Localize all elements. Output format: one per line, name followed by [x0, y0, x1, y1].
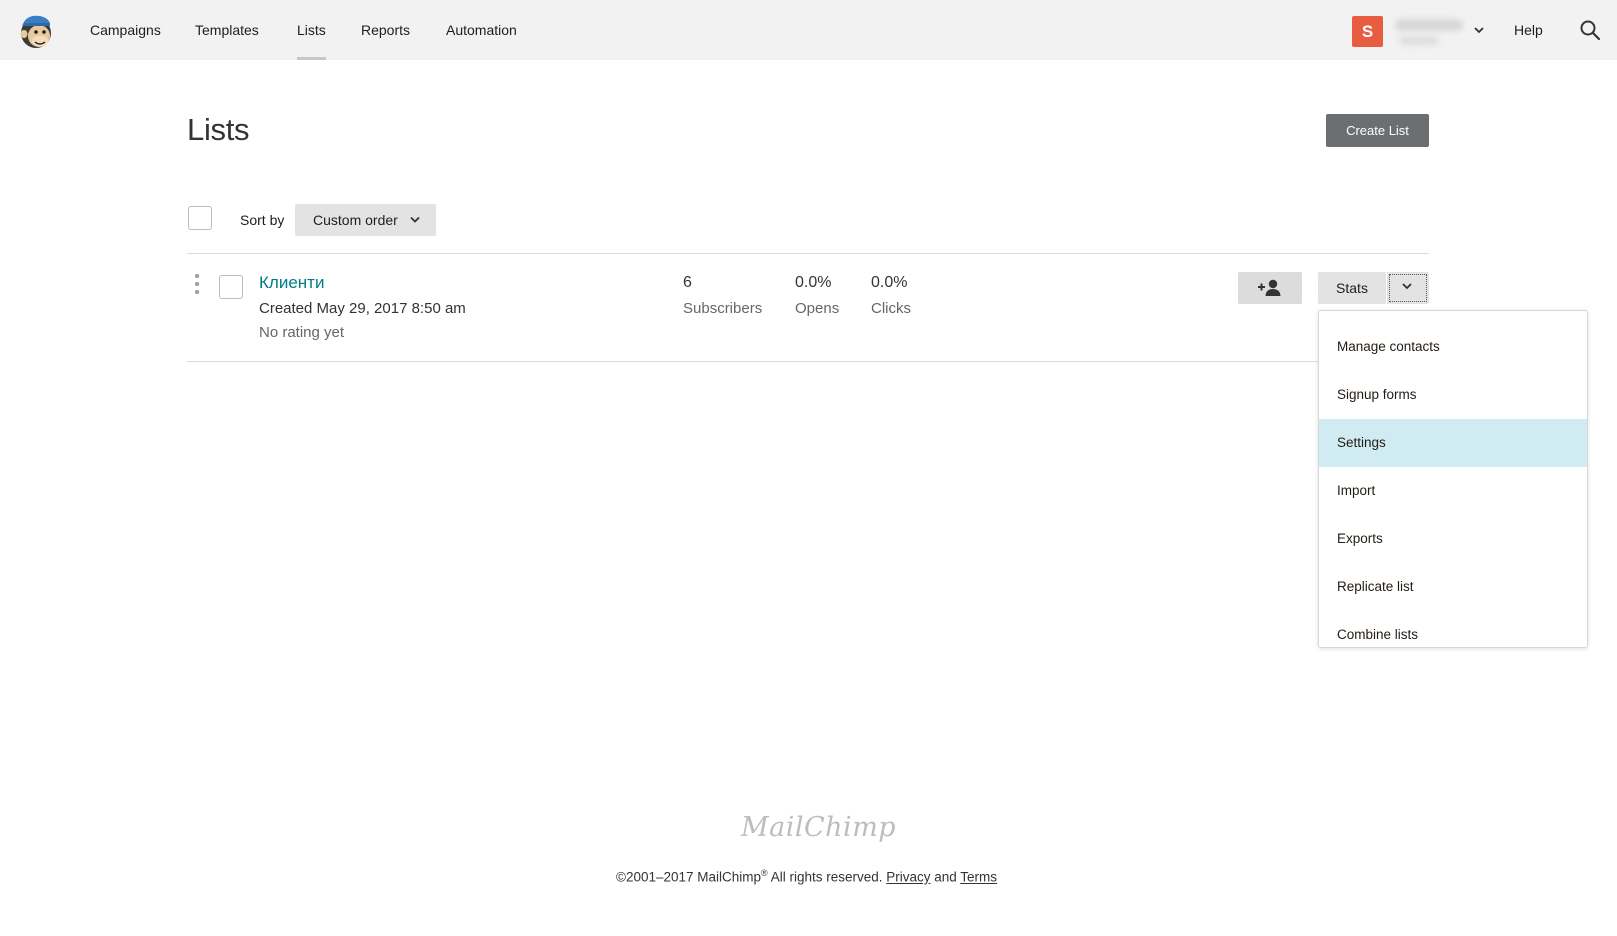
list-rating: No rating yet: [259, 324, 345, 341]
page-title: Lists: [187, 112, 250, 147]
chevron-down-icon: [1402, 283, 1412, 290]
nav-lists[interactable]: Lists: [297, 0, 326, 60]
privacy-link[interactable]: Privacy: [886, 870, 930, 885]
nav-reports[interactable]: Reports: [361, 0, 410, 60]
menu-item-replicate-list[interactable]: Replicate list: [1319, 563, 1587, 611]
footer-copyright: ©2001–2017 MailChimp® All rights reserve…: [616, 868, 997, 885]
subscribers-label: Subscribers: [683, 300, 763, 317]
menu-item-combine-lists[interactable]: Combine lists: [1319, 611, 1587, 659]
list-bottom-divider: [187, 361, 1429, 362]
chevron-down-icon: [410, 216, 420, 223]
stats-button[interactable]: Stats: [1318, 272, 1386, 304]
list-actions-dropdown-toggle[interactable]: [1387, 272, 1429, 304]
footer-mailchimp-logo: MailChimp: [741, 812, 897, 843]
menu-item-exports[interactable]: Exports: [1319, 515, 1587, 563]
subscribers-count: 6: [683, 274, 692, 291]
rights-text: All rights reserved.: [767, 869, 887, 885]
nav-campaigns[interactable]: Campaigns: [90, 0, 161, 60]
kebab-menu-icon[interactable]: [194, 274, 200, 296]
sort-by-label: Sort by: [240, 212, 285, 228]
menu-item-manage-contacts[interactable]: Manage contacts: [1319, 323, 1587, 371]
search-icon[interactable]: [1578, 18, 1602, 42]
list-name-link[interactable]: Клиенти: [259, 273, 324, 293]
chevron-down-icon[interactable]: [1472, 23, 1486, 37]
sort-order-select[interactable]: Custom order: [295, 204, 436, 236]
add-user-icon: [1258, 279, 1281, 296]
select-all-checkbox[interactable]: [188, 206, 212, 230]
list-top-divider: [187, 253, 1429, 254]
add-contact-button[interactable]: [1238, 272, 1302, 304]
clicks-label: Clicks: [871, 300, 911, 317]
list-actions-menu: Manage contacts Signup forms Settings Im…: [1318, 310, 1588, 648]
menu-item-signup-forms[interactable]: Signup forms: [1319, 371, 1587, 419]
opens-label: Opens: [795, 300, 840, 317]
and-text: and: [930, 869, 961, 885]
list-created-date: Created May 29, 2017 8:50 am: [259, 300, 466, 317]
registered-mark: ®: [761, 868, 768, 878]
opens-rate: 0.0%: [795, 274, 832, 291]
terms-link[interactable]: Terms: [960, 870, 997, 885]
account-avatar[interactable]: S: [1352, 16, 1383, 47]
clicks-rate: 0.0%: [871, 274, 908, 291]
copyright-text: ©2001–2017 MailChimp: [616, 869, 762, 885]
help-link[interactable]: Help: [1514, 0, 1543, 60]
mailchimp-logo-icon[interactable]: [16, 12, 56, 50]
top-nav-bar: Campaigns Templates Lists Reports Automa…: [0, 0, 1617, 60]
menu-item-import[interactable]: Import: [1319, 467, 1587, 515]
sort-selected-value: Custom order: [313, 212, 398, 228]
create-list-button[interactable]: Create List: [1326, 114, 1429, 147]
list-row-checkbox[interactable]: [219, 275, 243, 299]
account-name-redacted[interactable]: [1395, 17, 1465, 47]
menu-item-settings[interactable]: Settings: [1319, 419, 1587, 467]
nav-automation[interactable]: Automation: [446, 0, 517, 60]
nav-templates[interactable]: Templates: [195, 0, 259, 60]
